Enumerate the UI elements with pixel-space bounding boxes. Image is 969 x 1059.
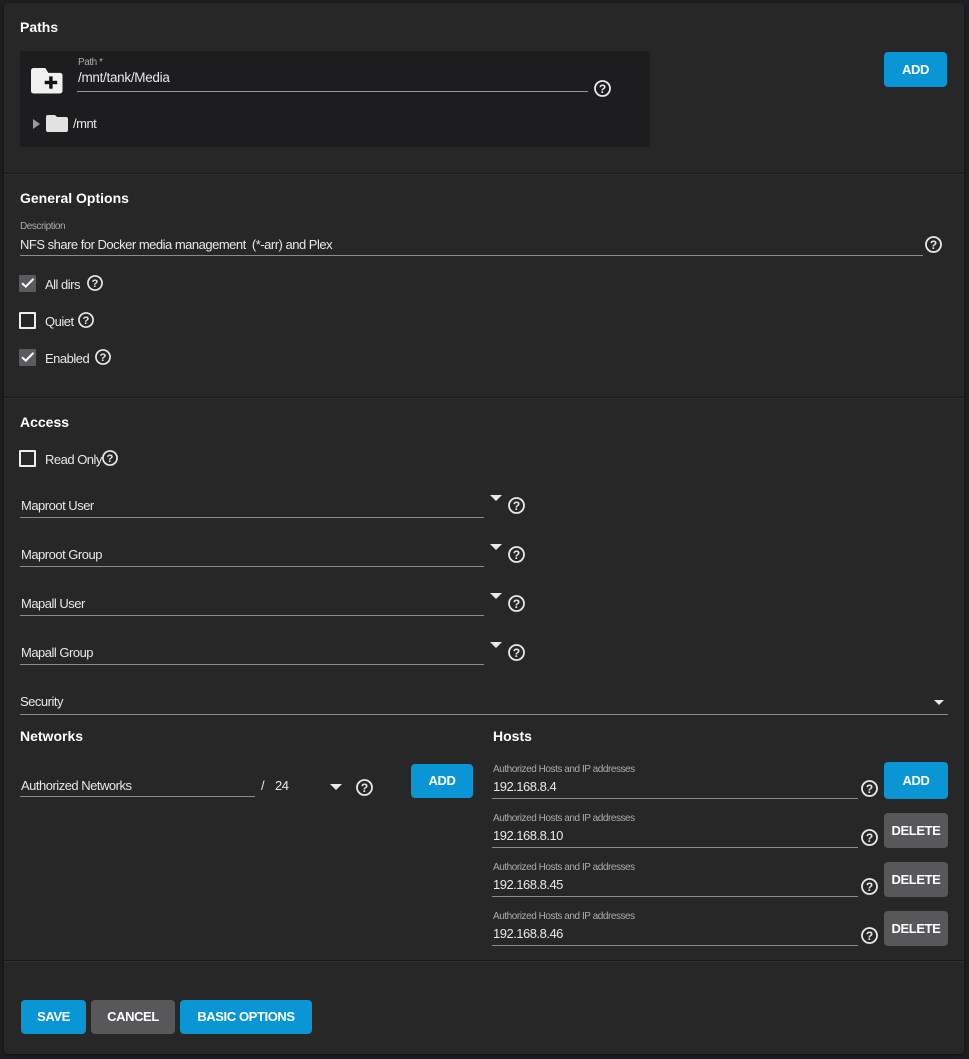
svg-text:?: ? xyxy=(930,238,937,252)
svg-text:?: ? xyxy=(866,929,873,943)
svg-text:?: ? xyxy=(599,82,606,96)
svg-text:?: ? xyxy=(866,880,873,894)
svg-text:?: ? xyxy=(866,782,873,796)
svg-text:?: ? xyxy=(100,352,107,364)
svg-text:?: ? xyxy=(513,499,520,513)
svg-text:?: ? xyxy=(83,315,90,327)
svg-text:?: ? xyxy=(92,278,99,290)
svg-text:?: ? xyxy=(513,548,520,562)
svg-text:?: ? xyxy=(107,453,114,465)
svg-text:?: ? xyxy=(361,781,368,795)
svg-text:?: ? xyxy=(866,831,873,845)
svg-text:?: ? xyxy=(513,646,520,660)
svg-text:?: ? xyxy=(513,597,520,611)
